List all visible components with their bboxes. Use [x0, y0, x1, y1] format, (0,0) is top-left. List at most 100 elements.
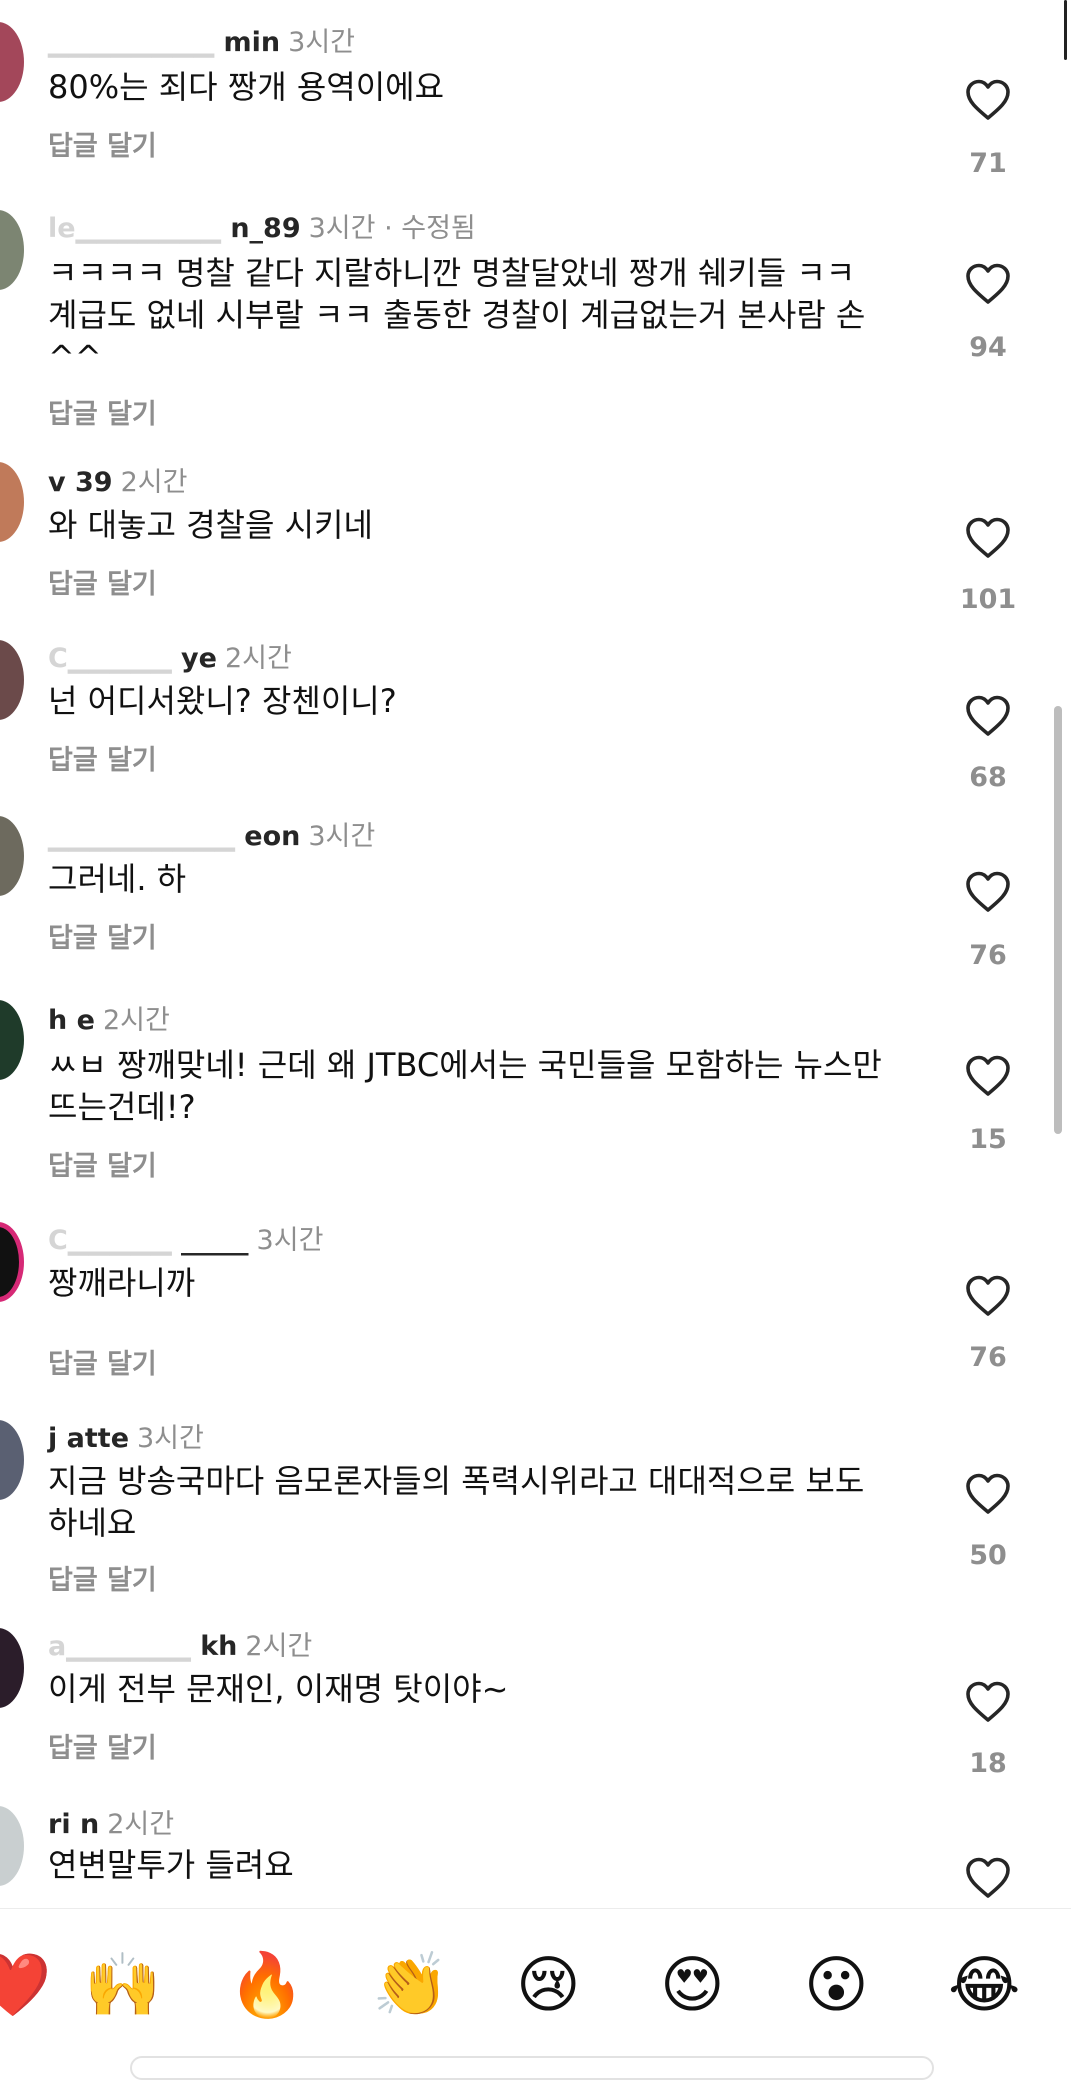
like-button[interactable] [960, 870, 1016, 914]
heart-icon [966, 871, 1010, 912]
timestamp: 2시간 [107, 1809, 175, 1840]
red-heart-emoji[interactable]: ❤️ [0, 1945, 51, 2025]
heart-icon [966, 79, 1010, 120]
avatar[interactable] [0, 816, 24, 896]
heart-icon [966, 1857, 1010, 1898]
like-button[interactable] [960, 78, 1016, 122]
like-count: 71 [969, 148, 1007, 179]
comment-meta: ▁▁▁▁▁▁▁▁ min 3시간 [48, 27, 355, 58]
like-button[interactable] [960, 1054, 1016, 1098]
username[interactable]: ye [181, 643, 217, 674]
comment-meta: C▁▁▁▁▁ _____ 3시간 [48, 1225, 324, 1256]
surprised-face-emoji[interactable]: 😮 [804, 1945, 869, 2025]
comment-text: ㅆㅂ 짱깨맞네! 근데 왜 JTBC에서는 국민들을 모함하는 뉴스만 뜨는건데… [48, 1046, 882, 1126]
heart-icon [966, 695, 1010, 736]
comment-meta: h e 2시간 [48, 998, 170, 1037]
avatar[interactable] [0, 1420, 24, 1500]
comment-text: 와 대놓고 경찰을 시키네 [48, 506, 373, 544]
timestamp: 3시간 [308, 821, 376, 852]
avatar[interactable] [0, 1628, 24, 1708]
comment-text: 연변말투가 들려요 [48, 1846, 294, 1884]
like-count: 76 [969, 940, 1007, 971]
username[interactable]: ri n [48, 1809, 99, 1840]
reply-button[interactable]: 답글 달기 [48, 738, 157, 777]
avatar[interactable] [0, 1806, 24, 1886]
crying-face-emoji[interactable]: 😢 [516, 1945, 581, 2025]
avatar-with-story-ring[interactable] [0, 1222, 24, 1302]
comment-text: 짱깨라니까 [48, 1264, 196, 1302]
heart-icon [966, 1681, 1010, 1722]
avatar[interactable] [0, 462, 24, 542]
comment-text: 넌 어디서왔니? 장첸이니? [48, 682, 397, 720]
like-button[interactable] [960, 1472, 1016, 1516]
username[interactable]: j atte [48, 1423, 129, 1454]
comment-input-edge[interactable] [130, 2056, 934, 2080]
avatar[interactable] [0, 640, 24, 720]
reply-button[interactable]: 답글 달기 [48, 1726, 157, 1765]
comment-text: 이게 전부 문재인, 이재명 탓이야~ [48, 1670, 509, 1708]
reply-button[interactable]: 답글 달기 [48, 1342, 157, 1381]
like-button[interactable] [960, 262, 1016, 306]
comment-meta: j atte 3시간 [48, 1416, 204, 1455]
reply-button[interactable]: 답글 달기 [48, 562, 157, 601]
heart-eyes-emoji[interactable]: 😍 [660, 1945, 725, 2025]
heart-icon [966, 1473, 1010, 1514]
like-count: 18 [969, 1748, 1007, 1779]
reply-button[interactable]: 답글 달기 [48, 124, 157, 163]
emoji-reaction-bar: ❤️ 🙌 🔥 👏 😢 😍 😮 😂 [0, 1908, 1071, 2065]
tears-of-joy-emoji[interactable]: 😂 [948, 1945, 1020, 2025]
fire-emoji[interactable]: 🔥 [228, 1945, 305, 2025]
like-button[interactable] [960, 1680, 1016, 1724]
comment-meta: le▁▁▁▁▁▁▁ n_89 3시간 · 수정됨 [48, 213, 476, 244]
username[interactable]: kh [200, 1631, 237, 1662]
comment-text: 80%는 죄다 짱개 용역이에요 [48, 68, 445, 106]
avatar[interactable] [0, 1000, 24, 1080]
timestamp: 3시간 [256, 1225, 324, 1256]
comment-meta: a▁▁▁▁▁▁ kh 2시간 [48, 1631, 313, 1662]
clapping-hands-emoji[interactable]: 👏 [372, 1945, 449, 2025]
username[interactable]: min [224, 27, 281, 58]
timestamp: 2시간 [245, 1631, 313, 1662]
avatar[interactable] [0, 22, 24, 102]
like-count: 50 [969, 1540, 1007, 1571]
timestamp: 2시간 [224, 643, 292, 674]
scrollbar[interactable] [1054, 706, 1062, 1134]
like-button[interactable] [960, 1274, 1016, 1318]
comment-text: 그러네. 하 [48, 860, 187, 898]
like-count: 76 [969, 1342, 1007, 1373]
comment-meta: ▁▁▁▁▁▁▁▁▁ eon 3시간 [48, 821, 376, 852]
heart-icon [966, 517, 1010, 558]
like-count: 101 [959, 584, 1017, 615]
heart-icon [966, 1275, 1010, 1316]
username[interactable]: n_89 [230, 213, 300, 244]
window-edge [1064, 0, 1067, 60]
timestamp: 3시간 · 수정됨 [308, 213, 476, 244]
like-button[interactable] [960, 694, 1016, 738]
like-count: 15 [969, 1124, 1007, 1155]
timestamp: 2시간 [102, 1005, 170, 1036]
comment-meta: C▁▁▁▁▁ ye 2시간 [48, 643, 292, 674]
reply-button[interactable]: 답글 달기 [48, 916, 157, 955]
timestamp: 3시간 [137, 1423, 204, 1454]
like-button[interactable] [960, 1856, 1016, 1900]
comment-text: 지금 방송국마다 음모론자들의 폭력시위라고 대대적으로 보도하네요 [48, 1462, 865, 1542]
reply-button[interactable]: 답글 달기 [48, 392, 157, 431]
reply-button[interactable]: 답글 달기 [48, 1144, 157, 1183]
comment-meta: ri n 2시간 [48, 1802, 174, 1841]
comment-feed[interactable]: ▁▁▁▁▁▁▁▁ min 3시간 80%는 죄다 짱개 용역이에요 답글 달기 7… [0, 0, 1071, 1908]
username[interactable]: v 39 [48, 467, 113, 498]
username[interactable]: eon [244, 821, 300, 852]
like-button[interactable] [960, 516, 1016, 560]
comment-meta: v 39 2시간 [48, 460, 187, 499]
like-count: 68 [969, 762, 1007, 793]
username[interactable]: _____ [181, 1225, 249, 1256]
comment-text: ㅋㅋㅋㅋ 명찰 같다 지랄하니깐 명찰달았네 짱개 쉐키들 ㅋㅋ 계급도 없네 … [48, 254, 866, 376]
like-count: 94 [969, 332, 1007, 363]
username[interactable]: h e [48, 1005, 95, 1036]
raising-hands-emoji[interactable]: 🙌 [84, 1945, 161, 2025]
avatar[interactable] [0, 210, 24, 290]
heart-icon [966, 1055, 1010, 1096]
heart-icon [966, 263, 1010, 304]
timestamp: 3시간 [288, 27, 355, 58]
reply-button[interactable]: 답글 달기 [48, 1558, 157, 1597]
